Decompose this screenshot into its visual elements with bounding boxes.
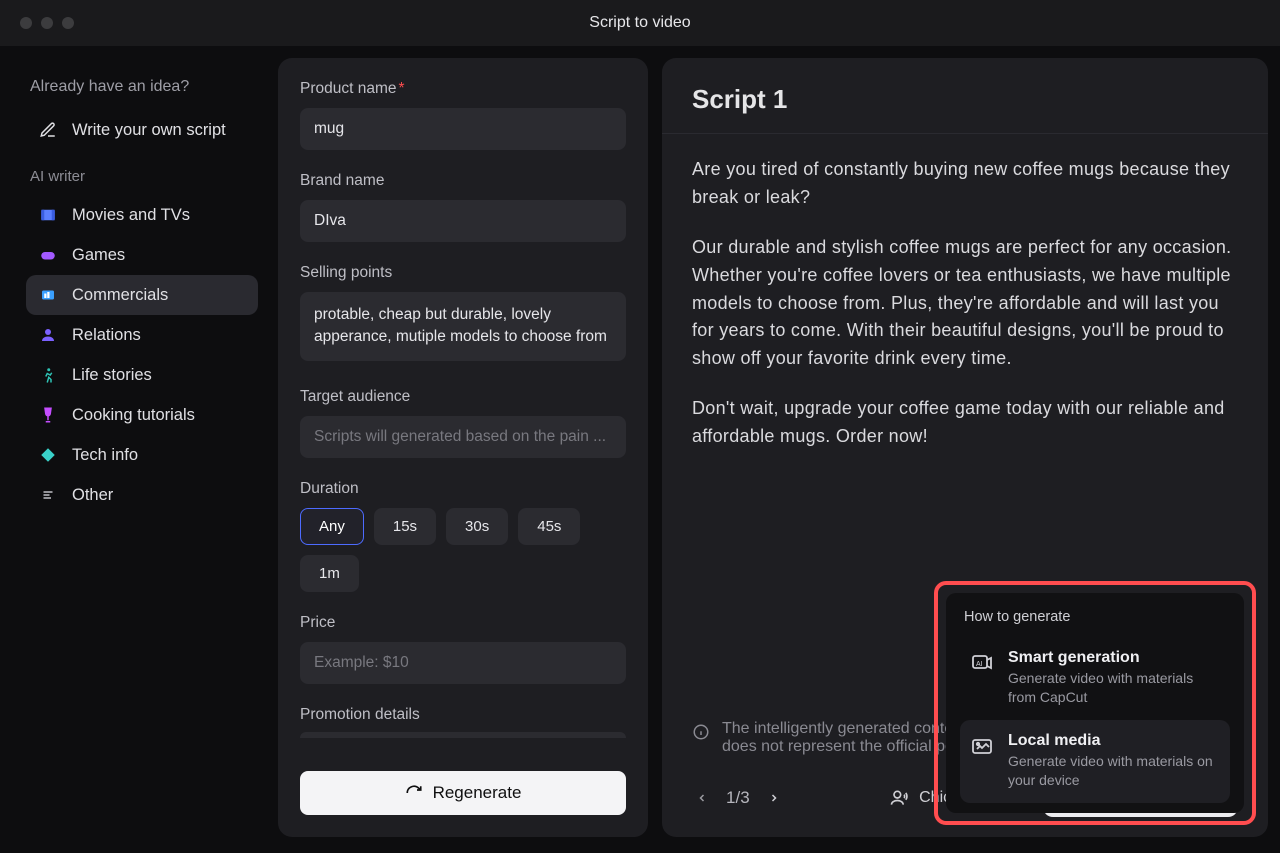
sidebar-item-tech[interactable]: Tech info: [26, 435, 258, 475]
form-panel: Product name* Brand name Selling points …: [278, 58, 648, 837]
svg-text:AI: AI: [976, 661, 983, 668]
sidebar-item-cooking[interactable]: Cooking tutorials: [26, 395, 258, 435]
tag-icon: [38, 445, 58, 465]
label-product-name: Product name*: [300, 80, 626, 98]
sidebar-item-label: Games: [72, 246, 125, 265]
label-price: Price: [300, 614, 626, 632]
maximize-window-icon[interactable]: [62, 17, 74, 29]
popup-item-smart[interactable]: AI Smart generation Generate video with …: [960, 637, 1230, 720]
popup-item-local[interactable]: Local media Generate video with material…: [960, 720, 1230, 803]
pager-text: 1/3: [726, 788, 750, 808]
selling-points-input[interactable]: protable, cheap but durable, lovely appe…: [300, 292, 626, 361]
local-media-icon: [970, 734, 994, 758]
script-paragraph: Are you tired of constantly buying new c…: [692, 156, 1238, 212]
duration-30s[interactable]: 30s: [446, 508, 508, 545]
script-paragraph: Don't wait, upgrade your coffee game tod…: [692, 395, 1238, 451]
sidebar-item-label: Movies and TVs: [72, 206, 190, 225]
duration-any[interactable]: Any: [300, 508, 364, 545]
sidebar-item-games[interactable]: Games: [26, 235, 258, 275]
close-window-icon[interactable]: [20, 17, 32, 29]
label-brand-name: Brand name: [300, 172, 626, 190]
sidebar-item-label: Cooking tutorials: [72, 406, 195, 425]
popup-title: How to generate: [964, 609, 1226, 625]
duration-45s[interactable]: 45s: [518, 508, 580, 545]
sidebar-heading-ai: AI writer: [30, 168, 258, 185]
product-name-input[interactable]: [300, 108, 626, 150]
info-icon: [692, 723, 710, 741]
label-selling-points: Selling points: [300, 264, 626, 282]
prev-button[interactable]: [692, 786, 712, 810]
sidebar-item-other[interactable]: Other: [26, 475, 258, 515]
wine-icon: [38, 405, 58, 425]
sidebar-item-relations[interactable]: Relations: [26, 315, 258, 355]
sidebar-item-label: Other: [72, 486, 113, 505]
brand-name-input[interactable]: [300, 200, 626, 242]
popup-item-title: Smart generation: [1008, 649, 1220, 667]
script-paragraph: Our durable and stylish coffee mugs are …: [692, 234, 1238, 373]
sidebar-item-life-stories[interactable]: Life stories: [26, 355, 258, 395]
script-title: Script 1: [692, 84, 1238, 115]
sidebar-item-label: Relations: [72, 326, 141, 345]
label-duration: Duration: [300, 480, 626, 498]
next-button[interactable]: [764, 786, 784, 810]
sidebar-item-write-own[interactable]: Write your own script: [26, 110, 258, 150]
gamepad-icon: [38, 245, 58, 265]
generate-popup-highlight: How to generate AI Smart generation Gene…: [934, 581, 1256, 825]
sidebar-item-label: Tech info: [72, 446, 138, 465]
label-target-audience: Target audience: [300, 388, 626, 406]
sidebar-item-commercials[interactable]: Commercials: [26, 275, 258, 315]
popup-item-desc: Generate video with materials on your de…: [1008, 752, 1220, 791]
generate-popup: How to generate AI Smart generation Gene…: [946, 593, 1244, 813]
refresh-icon: [405, 784, 423, 802]
sidebar-item-label: Commercials: [72, 286, 168, 305]
pencil-icon: [38, 120, 58, 140]
popup-item-title: Local media: [1008, 732, 1220, 750]
voice-icon: [889, 788, 909, 808]
sidebar-item-movies[interactable]: Movies and TVs: [26, 195, 258, 235]
smart-generation-icon: AI: [970, 651, 994, 675]
pager: 1/3: [692, 786, 784, 810]
minimize-window-icon[interactable]: [41, 17, 53, 29]
popup-item-desc: Generate video with materials from CapCu…: [1008, 669, 1220, 708]
sidebar-heading-idea: Already have an idea?: [30, 78, 258, 96]
promotion-input-partial[interactable]: [300, 732, 626, 738]
duration-options: Any 15s 30s 45s 1m: [300, 508, 626, 592]
window-controls: [20, 17, 74, 29]
titlebar: Script to video: [0, 0, 1280, 46]
price-input[interactable]: [300, 642, 626, 684]
regenerate-button[interactable]: Regenerate: [300, 771, 626, 815]
label-promotion: Promotion details: [300, 706, 626, 724]
commercial-icon: [38, 285, 58, 305]
person-icon: [38, 325, 58, 345]
walk-icon: [38, 365, 58, 385]
window-title: Script to video: [589, 14, 690, 32]
target-audience-input[interactable]: [300, 416, 626, 458]
sidebar: Already have an idea? Write your own scr…: [0, 58, 270, 837]
film-icon: [38, 205, 58, 225]
duration-15s[interactable]: 15s: [374, 508, 436, 545]
sidebar-item-label: Life stories: [72, 366, 152, 385]
list-icon: [38, 485, 58, 505]
duration-1m[interactable]: 1m: [300, 555, 359, 592]
sidebar-item-label: Write your own script: [72, 121, 226, 140]
